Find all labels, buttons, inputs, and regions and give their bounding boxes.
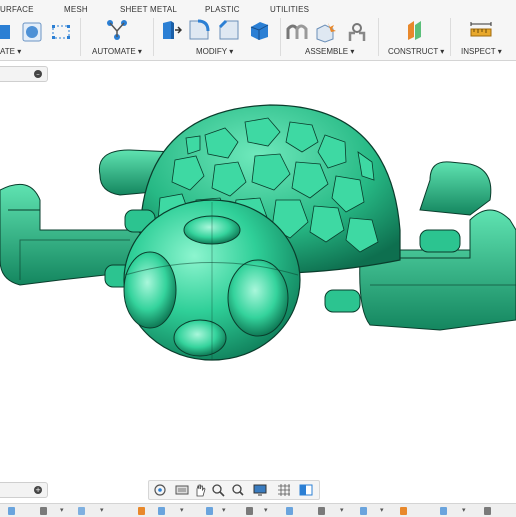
display-settings-icon[interactable]: [253, 483, 267, 497]
measure-icon[interactable]: [470, 21, 492, 43]
timeline-feature[interactable]: [286, 507, 293, 515]
chamfer-icon[interactable]: [218, 19, 240, 41]
construct-menu[interactable]: CONSTRUCT ▾: [388, 47, 444, 56]
toolbar: URFACE MESH SHEET METAL PLASTIC UTILITIE…: [0, 0, 516, 61]
timeline-feature[interactable]: [440, 507, 447, 515]
inspect-menu[interactable]: INSPECT ▾: [461, 47, 502, 56]
divider: [378, 18, 379, 56]
viewports-icon[interactable]: [299, 483, 313, 497]
divider: [450, 18, 451, 56]
tab-plastic[interactable]: PLASTIC: [205, 5, 240, 14]
timeline-feature[interactable]: [400, 507, 407, 515]
timeline: ▾ ▾ ▾ ▾ ▾ ▾ ▾ ▾: [0, 503, 516, 517]
automate-group: AUTOMATE ▾: [84, 17, 150, 59]
divider: [153, 18, 154, 56]
grid-icon[interactable]: [277, 483, 291, 497]
timeline-feature[interactable]: [8, 507, 15, 515]
timeline-feature[interactable]: [78, 507, 85, 515]
timeline-marker-icon: ▾: [60, 506, 64, 514]
sphere-icon[interactable]: [22, 21, 44, 43]
assemble-menu[interactable]: ASSEMBLE ▾: [305, 47, 354, 56]
fillet-icon[interactable]: [188, 19, 210, 41]
orbit-icon[interactable]: [153, 483, 167, 497]
construct-group: CONSTRUCT ▾: [382, 17, 448, 59]
timeline-marker-icon: ▾: [100, 506, 104, 514]
box-select-icon[interactable]: [50, 21, 72, 43]
inspect-group: INSPECT ▾: [456, 17, 516, 59]
browser-collapse-button[interactable]: –: [34, 70, 42, 78]
automate-menu[interactable]: AUTOMATE ▾: [92, 47, 142, 56]
create-menu[interactable]: ATE ▾: [0, 47, 21, 56]
create-form-icon[interactable]: [0, 21, 22, 43]
tab-utilities[interactable]: UTILITIES: [270, 5, 309, 14]
offset-plane-icon[interactable]: [404, 19, 426, 41]
automate-icon[interactable]: [106, 19, 128, 41]
display-icon[interactable]: [175, 483, 189, 497]
zoom-window-icon[interactable]: [231, 483, 245, 497]
zoom-icon[interactable]: [211, 483, 225, 497]
comments-expand-button[interactable]: +: [34, 486, 42, 494]
timeline-feature[interactable]: [246, 507, 253, 515]
timeline-feature[interactable]: [206, 507, 213, 515]
shell-icon[interactable]: [248, 19, 270, 41]
modify-group: MODIFY ▾: [158, 17, 278, 59]
pan-icon[interactable]: [193, 483, 207, 497]
tab-mesh[interactable]: MESH: [64, 5, 88, 14]
turtle-head: [123, 199, 301, 361]
as-built-joint-icon[interactable]: [346, 21, 368, 43]
timeline-marker-icon: ▾: [264, 506, 268, 514]
divider: [80, 18, 81, 56]
comments-panel[interactable]: +: [0, 482, 48, 498]
navigation-bar: [148, 480, 320, 500]
create-group: ATE ▾: [0, 17, 78, 59]
new-component-icon[interactable]: [314, 21, 336, 43]
joint-icon[interactable]: [286, 21, 308, 43]
assemble-group: ASSEMBLE ▾: [284, 17, 376, 59]
timeline-marker-icon: ▾: [222, 506, 226, 514]
timeline-marker-icon: ▾: [340, 506, 344, 514]
tab-sheet-metal[interactable]: SHEET METAL: [120, 5, 177, 14]
press-pull-icon[interactable]: [160, 19, 182, 41]
timeline-marker-icon: ▾: [462, 506, 466, 514]
timeline-feature[interactable]: [158, 507, 165, 515]
modify-menu[interactable]: MODIFY ▾: [196, 47, 233, 56]
timeline-feature[interactable]: [138, 507, 145, 515]
viewport-canvas[interactable]: [0, 80, 516, 480]
timeline-feature[interactable]: [318, 507, 325, 515]
timeline-feature[interactable]: [360, 507, 367, 515]
timeline-feature[interactable]: [40, 507, 47, 515]
timeline-marker-icon: ▾: [180, 506, 184, 514]
timeline-feature[interactable]: [484, 507, 491, 515]
tab-surface[interactable]: URFACE: [0, 5, 34, 14]
timeline-marker-icon: ▾: [380, 506, 384, 514]
divider: [280, 18, 281, 56]
back-right-flipper: [419, 161, 492, 216]
